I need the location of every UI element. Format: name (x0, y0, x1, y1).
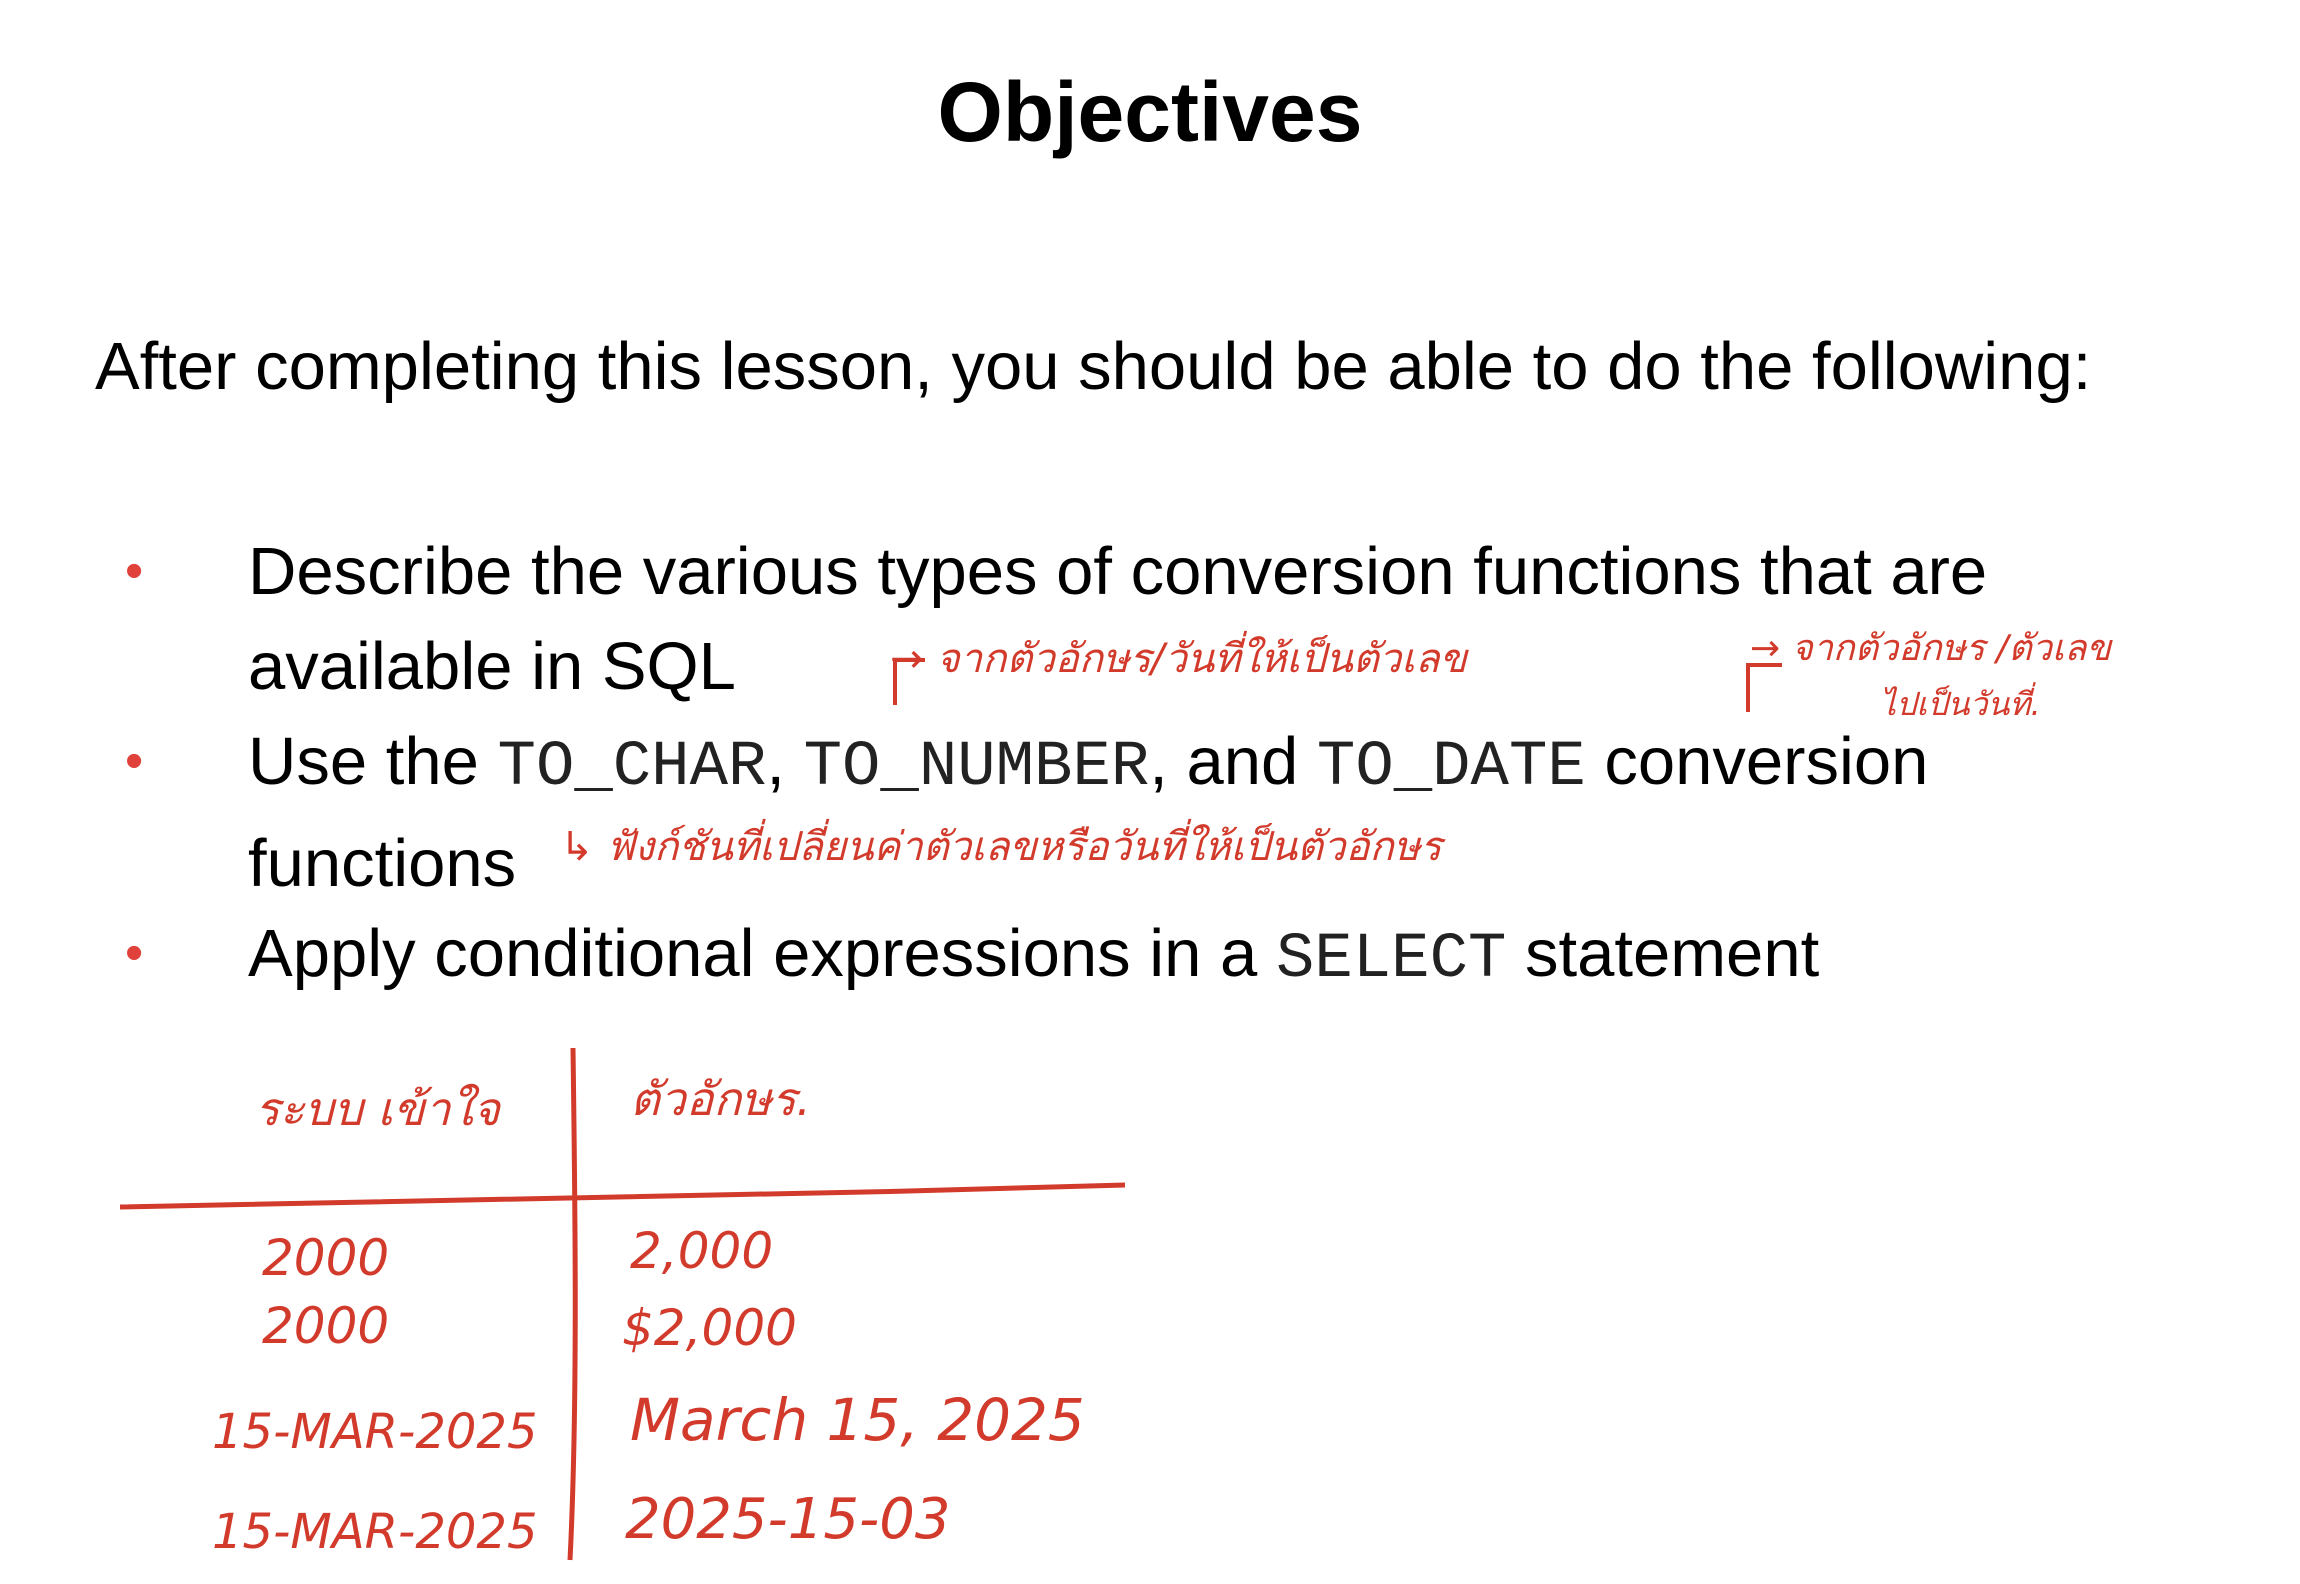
table-cell-r1-right: 2,000 (630, 1222, 773, 1280)
table-cell-r1-left: 2000 (262, 1229, 389, 1287)
table-header-left: ระบบ เข้าใจ (255, 1082, 502, 1136)
bullet-dot-icon: • (125, 542, 144, 600)
bullet-1-line-1: Describe the various types of conversion… (248, 534, 1988, 609)
code-select: SELECT (1275, 924, 1507, 996)
separator: , (766, 724, 804, 799)
table-vertical-line (567, 1047, 578, 1561)
bullet-dot-icon: • (125, 924, 144, 982)
objective-bullet-3: • Apply conditional expressions in a SEL… (95, 906, 2245, 1001)
bullet-1-line-2: available in SQL (248, 629, 736, 704)
table-header-right: ตัวอักษร. (630, 1072, 811, 1126)
table-cell-r2-right: $2,000 (622, 1299, 797, 1357)
code-to-char: TO_CHAR (497, 732, 767, 804)
bullet-2-text: Use the (248, 724, 498, 799)
intro-text: After completing this lesson, you should… (95, 329, 2092, 404)
bullet-dot-icon: • (125, 732, 144, 790)
slide-title: Objectives (937, 65, 1363, 159)
bullet-2-line-2: functions (248, 826, 517, 901)
bullet-2-text-end: conversion (1585, 724, 1929, 799)
table-cell-r3-right: March 15, 2025 (630, 1386, 1085, 1454)
code-to-date: TO_DATE (1316, 732, 1586, 804)
objective-bullet-2: • Use the TO_CHAR, TO_NUMBER, and TO_DAT… (95, 714, 2245, 904)
separator: , and (1149, 724, 1317, 799)
table-cell-r2-left: 2000 (262, 1297, 389, 1355)
bullet-2-line-1: Use the TO_CHAR, TO_NUMBER, and TO_DATE … (248, 714, 2248, 816)
table-horizontal-line (119, 1182, 1126, 1210)
table-cell-r4-right: 2025-15-03 (625, 1487, 950, 1552)
bullet-3-text-end: statement (1506, 916, 1820, 991)
bullet-3-text: Apply conditional expressions in a (248, 916, 1276, 991)
table-cell-r4-left: 15-MAR-2025 (212, 1504, 537, 1560)
code-to-number: TO_NUMBER (803, 732, 1150, 804)
objective-bullet-1: • Describe the various types of conversi… (95, 524, 2245, 714)
table-cell-r3-left: 15-MAR-2025 (212, 1404, 537, 1460)
